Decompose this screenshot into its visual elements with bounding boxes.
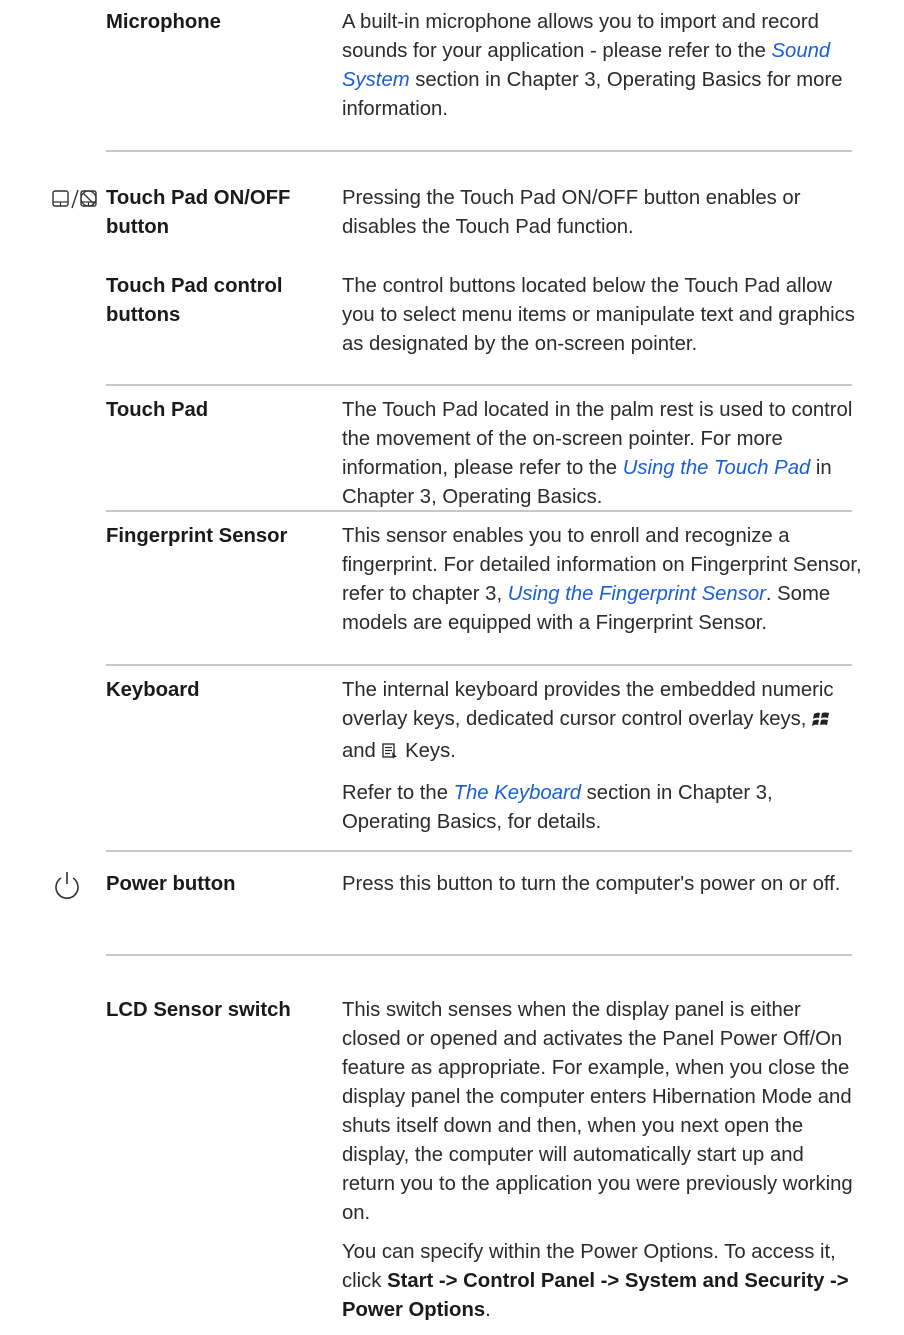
desc-microphone: A built-in microphone allows you to impo…	[342, 11, 843, 120]
windows-key-icon	[812, 708, 832, 737]
term-touch-pad: Touch Pad	[106, 399, 209, 421]
power-options-path: Start -> Control Panel -> System and Sec…	[342, 1270, 849, 1321]
application-key-icon	[381, 740, 399, 769]
desc-touch-pad-on-off: Pressing the Touch Pad ON/OFF button ena…	[342, 187, 801, 238]
desc-keyboard: The internal keyboard provides the embed…	[342, 679, 834, 833]
desc-touch-pad: The Touch Pad located in the palm rest i…	[342, 399, 853, 508]
desc-fingerprint-sensor: This sensor enables you to enroll and re…	[342, 525, 862, 634]
touch-pad-on-off-icon	[52, 188, 112, 218]
divider	[106, 664, 852, 666]
power-icon	[52, 870, 112, 900]
link-the-keyboard[interactable]: The Keyboard	[454, 782, 581, 804]
divider	[106, 384, 852, 386]
divider	[106, 150, 852, 152]
term-fingerprint-sensor: Fingerprint Sensor	[106, 525, 288, 547]
term-power-button: Power button	[106, 873, 236, 895]
spec-table-page: Microphone A built-in microphone allows …	[0, 0, 904, 1321]
divider	[106, 850, 852, 852]
desc-lcd-sensor-switch: This switch senses when the display pane…	[342, 999, 853, 1321]
link-using-the-fingerprint-sensor[interactable]: Using the Fingerprint Sensor	[508, 583, 766, 605]
desc-power-button: Press this button to turn the computer's…	[342, 873, 841, 895]
divider	[106, 510, 852, 512]
term-microphone: Microphone	[106, 11, 221, 33]
link-using-the-touch-pad[interactable]: Using the Touch Pad	[623, 457, 811, 479]
desc-touch-pad-control-buttons: The control buttons located below the To…	[342, 275, 855, 355]
term-lcd-sensor-switch: LCD Sensor switch	[106, 999, 291, 1021]
term-touch-pad-on-off: Touch Pad ON/OFF button	[106, 187, 291, 238]
term-touch-pad-control-buttons: Touch Pad control buttons	[106, 275, 283, 326]
divider	[106, 954, 852, 956]
term-keyboard: Keyboard	[106, 679, 200, 701]
